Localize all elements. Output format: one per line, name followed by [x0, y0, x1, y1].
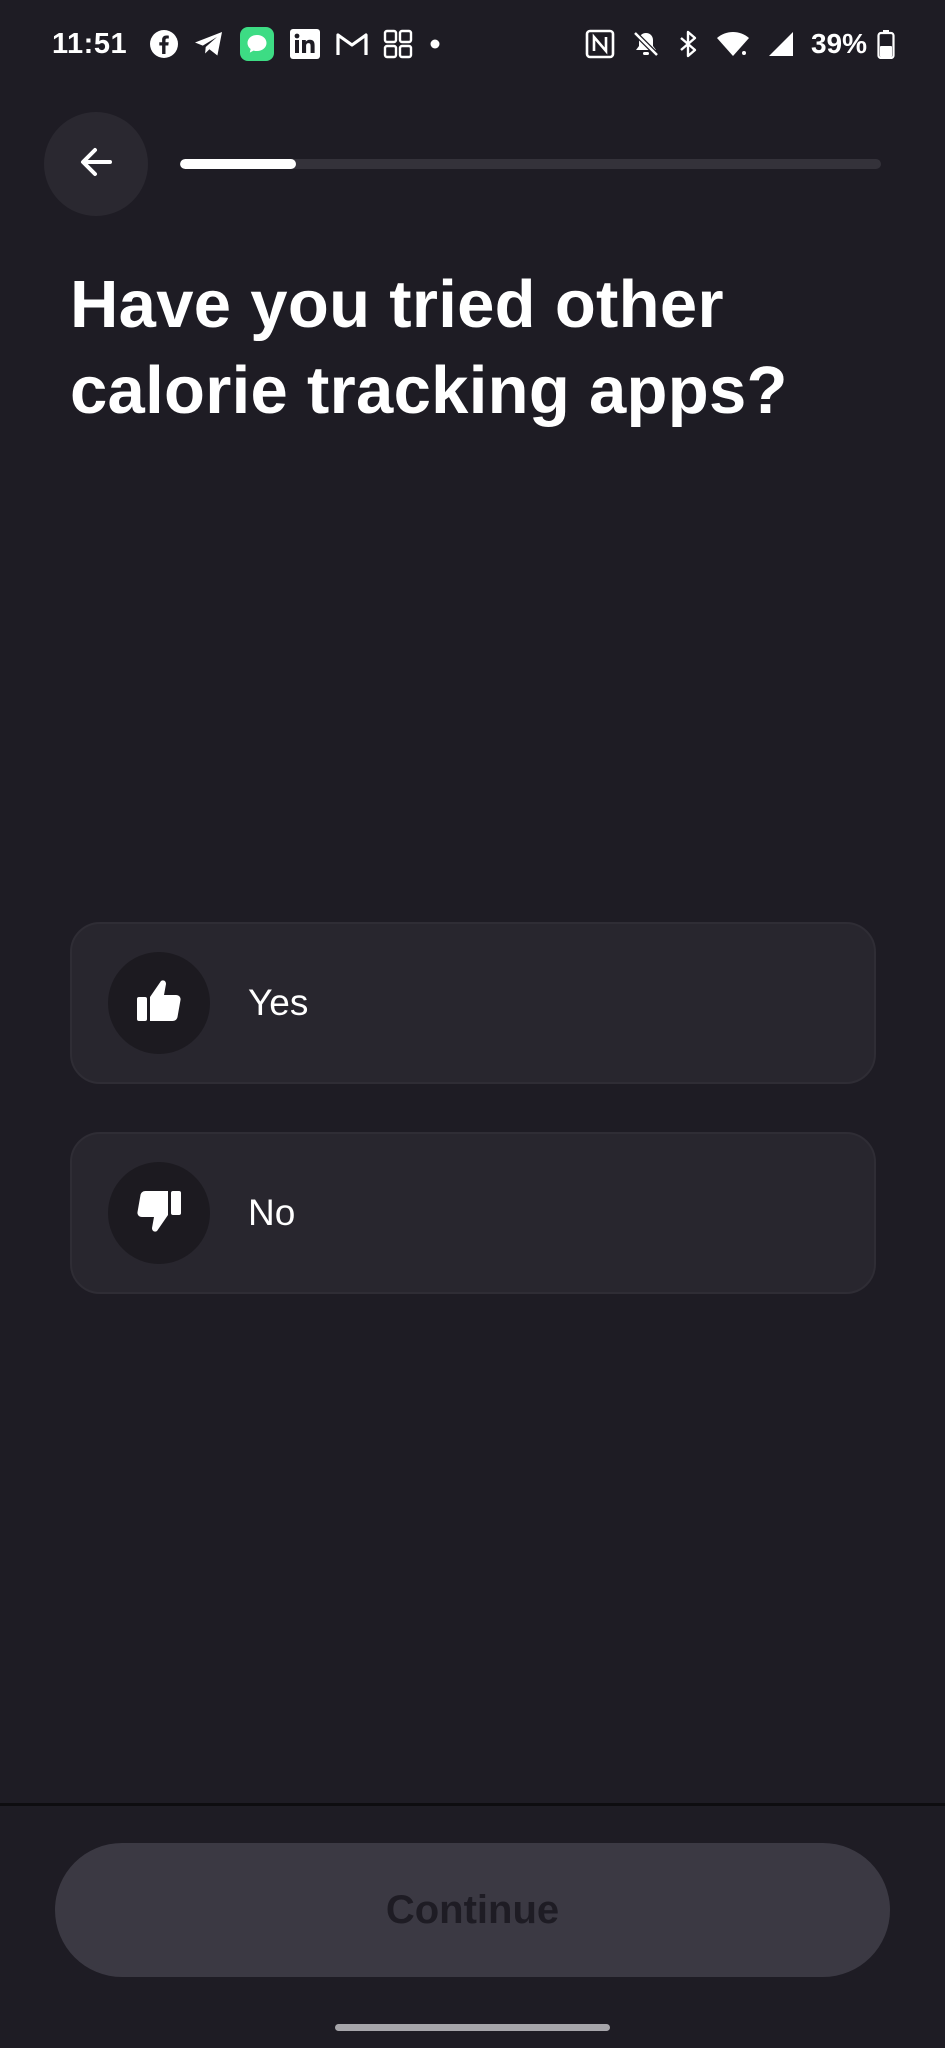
status-bar: 11:51 39%: [0, 0, 945, 88]
back-button[interactable]: [44, 112, 148, 216]
page-title: Have you tried other calorie tracking ap…: [70, 267, 788, 428]
messages-icon: [239, 26, 275, 62]
signal-icon: [767, 30, 795, 58]
progress-bar: [180, 159, 881, 169]
bluetooth-icon: [677, 29, 699, 59]
home-indicator[interactable]: [335, 2024, 610, 2031]
gmail-icon: [335, 30, 369, 58]
bell-off-icon: [631, 29, 661, 59]
option-label: No: [248, 1192, 296, 1233]
thumbs-down-icon: [133, 1185, 185, 1242]
facebook-icon: [149, 29, 179, 59]
nfc-icon: [585, 29, 615, 59]
wifi-icon: [715, 30, 751, 58]
status-bar-right: 39%: [585, 28, 895, 60]
status-time: 11:51: [52, 27, 128, 60]
arrow-left-icon: [76, 142, 116, 187]
option-label: Yes: [248, 982, 309, 1023]
grid-app-icon: [383, 29, 413, 59]
dot-icon: [427, 36, 443, 52]
thumbs-up-icon: [133, 975, 185, 1032]
progress-fill: [180, 159, 296, 169]
telegram-icon: [193, 30, 225, 58]
continue-button[interactable]: Continue: [55, 1843, 890, 1977]
battery-percent: 39%: [810, 28, 867, 59]
battery-icon: [877, 29, 895, 59]
option-icon-circle: [108, 952, 210, 1054]
status-bar-left: 11:51: [52, 26, 457, 62]
option-yes[interactable]: Yes: [70, 922, 876, 1084]
option-icon-circle: [108, 1162, 210, 1264]
screen: 11:51 39% Have you tried other calorie t…: [0, 0, 945, 2048]
option-no[interactable]: No: [70, 1132, 876, 1294]
linkedin-icon: [289, 28, 321, 60]
footer-divider: [0, 1803, 945, 1806]
